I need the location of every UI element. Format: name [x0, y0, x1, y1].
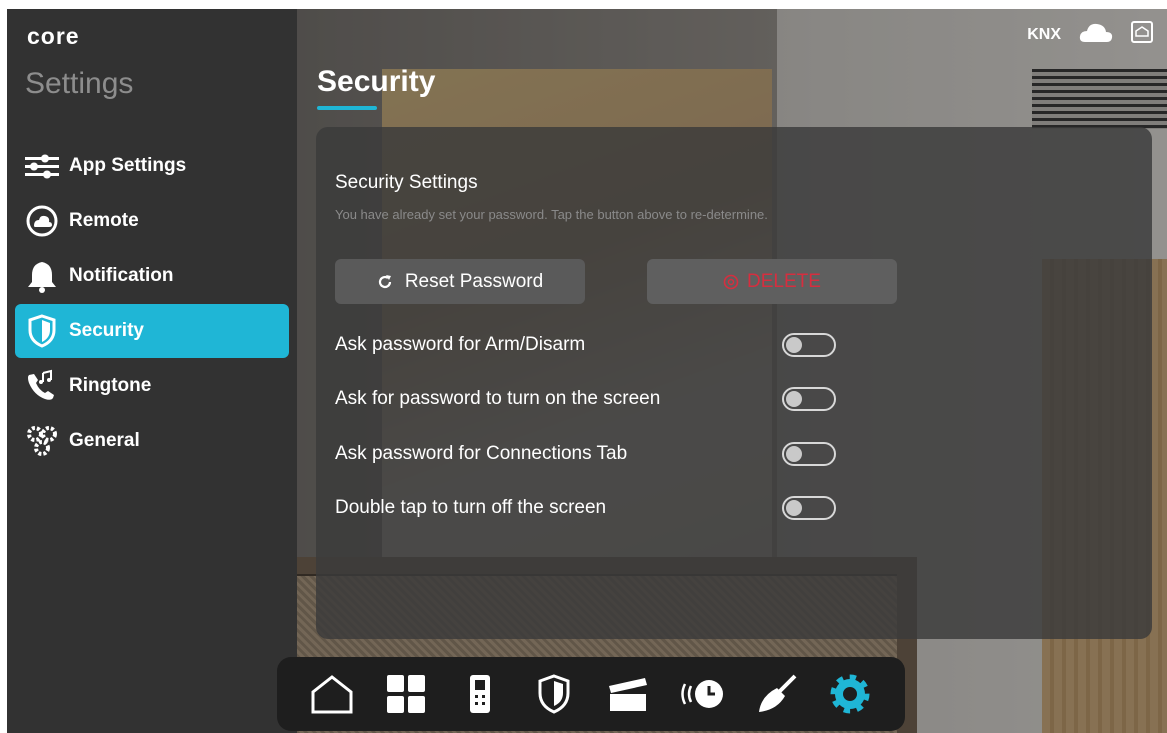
delete-button[interactable]: DELETE [647, 259, 897, 304]
title-underline [317, 106, 377, 110]
toggle-label: Ask password for Connections Tab [335, 443, 628, 464]
gears-icon [24, 423, 60, 459]
toggle-switch[interactable] [782, 442, 836, 466]
page-title: Security [317, 65, 436, 98]
sidebar-item-general[interactable]: General [15, 414, 289, 468]
toggle-row-connections-tab: Ask password for Connections Tab [335, 438, 845, 470]
app-screen: core Settings App Settings Remote Notifi… [7, 9, 1167, 733]
gear-icon[interactable] [826, 670, 874, 718]
sidebar-item-label: App Settings [69, 155, 187, 176]
reset-password-label: Reset Password [404, 270, 544, 292]
sliders-icon [24, 148, 60, 184]
delete-label: DELETE [747, 270, 821, 292]
bottom-dock [277, 657, 905, 731]
sidebar-item-remote[interactable]: Remote [15, 194, 289, 248]
toggle-knob [786, 446, 802, 462]
reset-password-button[interactable]: Reset Password [335, 259, 585, 304]
toggle-row-double-tap: Double tap to turn off the screen [335, 492, 845, 524]
toggle-row-arm-disarm: Ask password for Arm/Disarm [335, 329, 845, 361]
sidebar-item-notification[interactable]: Notification [15, 249, 289, 303]
sidebar-item-label: General [69, 430, 140, 451]
cloud-icon [1079, 21, 1113, 48]
bell-icon [24, 258, 60, 294]
toggle-label: Ask for password to turn on the screen [335, 388, 661, 409]
toggle-switch[interactable] [782, 333, 836, 357]
sidebar-item-label: Security [69, 320, 144, 341]
delete-circle-icon [723, 274, 739, 290]
toggle-switch[interactable] [782, 496, 836, 520]
section-title: Security Settings [335, 172, 478, 193]
cloud-remote-icon [24, 203, 60, 239]
sidebar-item-security[interactable]: Security [15, 304, 289, 358]
sidebar-item-label: Remote [69, 210, 139, 231]
sidebar-nav: App Settings Remote Notification Securit… [15, 139, 289, 469]
status-bar: KNX [1027, 21, 1153, 48]
toggle-switch[interactable] [782, 387, 836, 411]
shield-icon[interactable] [530, 670, 578, 718]
toggle-row-screen-on: Ask for password to turn on the screen [335, 383, 845, 415]
sidebar-title: Settings [25, 67, 134, 100]
app-logo: core [27, 23, 80, 49]
security-settings-panel: Security Settings You have already set y… [316, 127, 1152, 639]
section-description: You have already set your password. Tap … [335, 207, 768, 222]
clapperboard-icon[interactable] [604, 670, 652, 718]
sidebar-item-app-settings[interactable]: App Settings [15, 139, 289, 193]
refresh-icon [377, 274, 393, 290]
intercom-icon[interactable] [456, 670, 504, 718]
sidebar-item-label: Notification [69, 265, 174, 286]
toggle-knob [786, 337, 802, 353]
shield-icon [24, 313, 60, 349]
toggle-label: Double tap to turn off the screen [335, 497, 607, 518]
sidebar: core Settings App Settings Remote Notifi… [7, 9, 297, 733]
toggle-knob [786, 500, 802, 516]
sidebar-item-label: Ringtone [69, 375, 152, 396]
toggle-label: Ask password for Arm/Disarm [335, 334, 586, 355]
cleaning-icon[interactable] [752, 670, 800, 718]
toggle-knob [786, 391, 802, 407]
grid-icon[interactable] [382, 670, 430, 718]
home-icon[interactable] [308, 670, 356, 718]
knx-label: KNX [1027, 25, 1061, 43]
schedule-icon[interactable] [678, 670, 726, 718]
home-status-icon[interactable] [1131, 21, 1153, 48]
phone-music-icon [24, 368, 60, 404]
sidebar-item-ringtone[interactable]: Ringtone [15, 359, 289, 413]
